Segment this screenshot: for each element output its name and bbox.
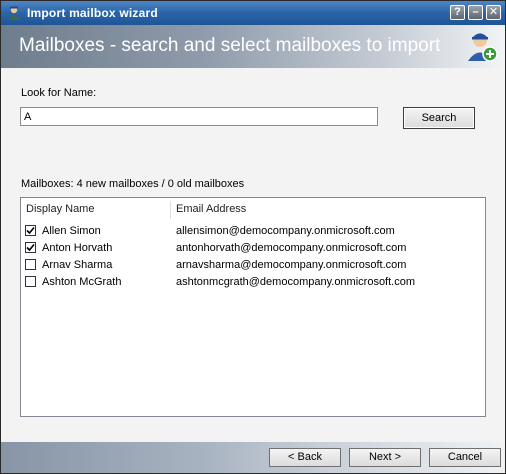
back-button[interactable]: < Back xyxy=(269,448,341,467)
display-name-cell: Ashton McGrath xyxy=(42,276,122,288)
help-button[interactable]: ? xyxy=(450,5,465,20)
cancel-button[interactable]: Cancel xyxy=(429,448,501,467)
close-button[interactable]: ✕ xyxy=(486,5,501,20)
help-icon: ? xyxy=(454,6,461,18)
table-row[interactable]: Anton Horvath antonhorvath@democompany.o… xyxy=(21,240,485,257)
look-for-name-label: Look for Name: xyxy=(21,87,97,99)
mailboxes-summary: Mailboxes: 4 new mailboxes / 0 old mailb… xyxy=(21,178,245,190)
table-row[interactable]: Arnav Sharma arnavsharma@democompany.onm… xyxy=(21,257,485,274)
row-checkbox[interactable] xyxy=(25,242,36,253)
import-mailbox-wizard-window: Import mailbox wizard ? – ✕ Mailboxes - … xyxy=(0,0,506,474)
checkmark-icon xyxy=(26,243,35,252)
banner-title: Mailboxes - search and select mailboxes … xyxy=(19,35,441,56)
display-name-cell: Arnav Sharma xyxy=(42,259,113,271)
close-icon: ✕ xyxy=(488,6,499,18)
search-button-label: Search xyxy=(421,112,457,124)
email-cell: ashtonmcgrath@democompany.onmicrosoft.co… xyxy=(176,276,416,288)
user-mailbox-icon xyxy=(8,6,20,20)
wizard-footer: < Back Next > Cancel xyxy=(1,442,505,473)
table-row[interactable]: Ashton McGrath ashtonmcgrath@democompany… xyxy=(21,274,485,291)
minimize-icon: – xyxy=(472,6,479,18)
checkmark-icon xyxy=(26,226,35,235)
wizard-banner: Mailboxes - search and select mailboxes … xyxy=(1,25,505,68)
row-checkbox[interactable] xyxy=(25,225,36,236)
email-cell: allensimon@democompany.onmicrosoft.com xyxy=(176,225,395,237)
column-divider[interactable] xyxy=(170,201,171,219)
minimize-button[interactable]: – xyxy=(468,5,483,20)
row-checkbox[interactable] xyxy=(25,276,36,287)
user-add-icon xyxy=(468,33,498,62)
back-button-label: < Back xyxy=(288,451,322,463)
email-cell: antonhorvath@democompany.onmicrosoft.com xyxy=(176,242,407,254)
window-title: Import mailbox wizard xyxy=(27,6,158,20)
next-button-label: Next > xyxy=(368,451,402,463)
row-checkbox[interactable] xyxy=(25,259,36,270)
column-header-display-name[interactable]: Display Name xyxy=(26,203,94,215)
display-name-cell: Allen Simon xyxy=(42,225,101,237)
table-row[interactable]: Allen Simon allensimon@democompany.onmic… xyxy=(21,223,485,240)
search-button[interactable]: Search xyxy=(403,107,475,129)
email-cell: arnavsharma@democompany.onmicrosoft.com xyxy=(176,259,407,271)
search-input[interactable] xyxy=(20,107,378,126)
cancel-button-label: Cancel xyxy=(447,451,483,463)
title-bar[interactable]: Import mailbox wizard ? – ✕ xyxy=(1,1,505,25)
display-name-cell: Anton Horvath xyxy=(42,242,113,254)
column-header-email-address[interactable]: Email Address xyxy=(176,203,246,215)
mailbox-list[interactable]: Display Name Email Address Allen Simon a… xyxy=(20,197,486,417)
next-button[interactable]: Next > xyxy=(349,448,421,467)
